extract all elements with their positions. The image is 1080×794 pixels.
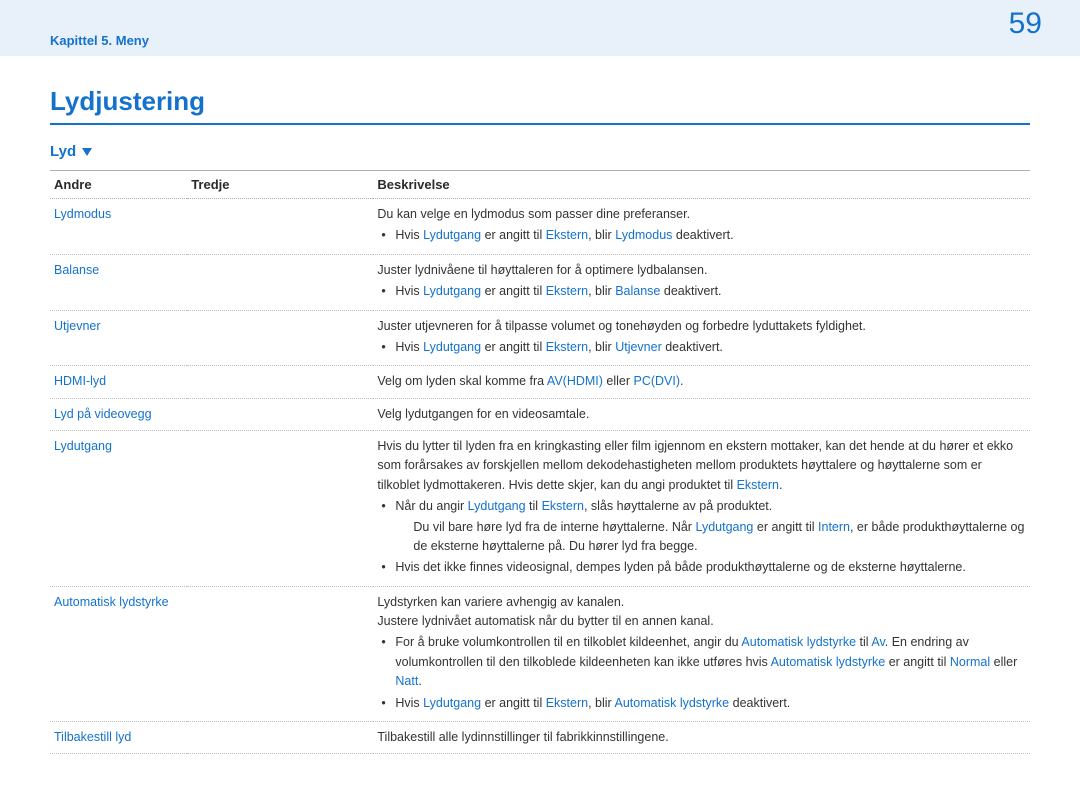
label-autolyd: Automatisk lydstyrke	[54, 595, 169, 609]
note-autolyd-1: For å bruke volumkontrollen til en tilko…	[377, 633, 1026, 691]
page-number: 59	[1009, 7, 1060, 41]
desc-lydmodus: Du kan velge en lydmodus som passer dine…	[373, 199, 1030, 255]
note-balanse-1: Hvis Lydutgang er angitt til Ekstern, bl…	[377, 282, 1026, 301]
label-lydutgang: Lydutgang	[54, 439, 112, 453]
label-videovegg: Lyd på videovegg	[54, 407, 152, 421]
subnote-lydutgang: Du vil bare høre lyd fra de interne høyt…	[413, 518, 1026, 557]
col-header-andre: Andre	[50, 171, 187, 199]
settings-table: Andre Tredje Beskrivelse Lydmodus Du kan…	[50, 170, 1030, 754]
label-tilbakestill: Tilbakestill lyd	[54, 730, 131, 744]
row-lydutgang: Lydutgang Hvis du lytter til lyden fra e…	[50, 431, 1030, 587]
triangle-down-icon	[82, 148, 92, 156]
page-title: Lydjustering	[50, 86, 1030, 125]
row-balanse: Balanse Juster lydnivåene til høyttalere…	[50, 254, 1030, 310]
desc-balanse: Juster lydnivåene til høyttaleren for å …	[373, 254, 1030, 310]
row-tilbakestill: Tilbakestill lyd Tilbakestill alle lydin…	[50, 721, 1030, 753]
desc-videovegg: Velg lydutgangen for en videosamtale.	[373, 398, 1030, 430]
note-lydmodus-1: Hvis Lydutgang er angitt til Ekstern, bl…	[377, 226, 1026, 245]
label-balanse: Balanse	[54, 263, 99, 277]
col-header-tredje: Tredje	[187, 171, 373, 199]
row-autolyd: Automatisk lydstyrke Lydstyrken kan vari…	[50, 586, 1030, 721]
desc-utjevner: Juster utjevneren for å tilpasse volumet…	[373, 310, 1030, 366]
row-hdmi-lyd: HDMI-lyd Velg om lyden skal komme fra AV…	[50, 366, 1030, 398]
content-area: Lydjustering Lyd Andre Tredje Beskrivels…	[0, 56, 1080, 794]
desc-autolyd: Lydstyrken kan variere avhengig av kanal…	[373, 586, 1030, 721]
label-hdmi-lyd: HDMI-lyd	[54, 374, 106, 388]
desc-tilbakestill: Tilbakestill alle lydinnstillinger til f…	[373, 721, 1030, 753]
desc-lydutgang: Hvis du lytter til lyden fra en kringkas…	[373, 431, 1030, 587]
table-header-row: Andre Tredje Beskrivelse	[50, 171, 1030, 199]
desc-hdmi-lyd: Velg om lyden skal komme fra AV(HDMI) el…	[373, 366, 1030, 398]
row-lydmodus: Lydmodus Du kan velge en lydmodus som pa…	[50, 199, 1030, 255]
note-utjevner-1: Hvis Lydutgang er angitt til Ekstern, bl…	[377, 338, 1026, 357]
section-lyd-label: Lyd	[50, 143, 76, 160]
section-lyd-header: Lyd	[50, 143, 1030, 160]
row-videovegg: Lyd på videovegg Velg lydutgangen for en…	[50, 398, 1030, 430]
label-lydmodus: Lydmodus	[54, 207, 111, 221]
col-header-beskrivelse: Beskrivelse	[373, 171, 1030, 199]
chapter-label: Kapittel 5. Meny	[50, 33, 149, 48]
header-bar: Kapittel 5. Meny 59	[0, 0, 1080, 56]
row-utjevner: Utjevner Juster utjevneren for å tilpass…	[50, 310, 1030, 366]
label-utjevner: Utjevner	[54, 319, 101, 333]
note-lydutgang-1: Når du angir Lydutgang til Ekstern, slås…	[377, 497, 1026, 556]
note-autolyd-2: Hvis Lydutgang er angitt til Ekstern, bl…	[377, 694, 1026, 713]
note-lydutgang-2: Hvis det ikke finnes videosignal, dempes…	[377, 558, 1026, 577]
